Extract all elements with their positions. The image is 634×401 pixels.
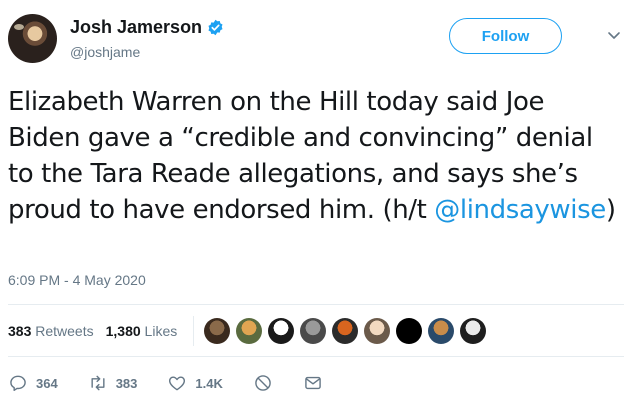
author-names: Josh Jamerson @joshjame: [70, 16, 224, 60]
retweets-stat[interactable]: 383 Retweets: [8, 323, 94, 339]
message-button[interactable]: [303, 373, 323, 393]
like-count: 1.4K: [195, 375, 223, 391]
retweets-count: 383: [8, 323, 32, 339]
chevron-down-icon[interactable]: [607, 28, 621, 42]
follow-button[interactable]: Follow: [449, 18, 562, 54]
retweet-count: 383: [115, 375, 138, 391]
tweet-header: Josh Jamerson @joshjame Follow: [8, 14, 628, 68]
retweets-label: Retweets: [35, 323, 94, 339]
mention-link[interactable]: @lindsaywise: [434, 195, 606, 225]
tweet-text: Elizabeth Warren on the Hill today said …: [8, 84, 620, 228]
liker-avatar[interactable]: [204, 318, 231, 344]
reply-button[interactable]: 364: [8, 373, 58, 393]
heart-icon: [169, 376, 186, 391]
likes-label: Likes: [144, 323, 178, 339]
stats-separator: [193, 316, 195, 346]
tweet-body-end: ): [605, 195, 616, 225]
likes-count: 1,380: [105, 323, 141, 339]
engagement-stats: 383 Retweets 1,380 Likes: [8, 316, 492, 346]
display-name-row[interactable]: Josh Jamerson: [70, 16, 224, 38]
tweet-actions: 364 383 1.4K: [8, 372, 353, 394]
liker-avatar[interactable]: [332, 318, 359, 344]
verified-badge-icon: [208, 19, 223, 35]
divider: [8, 356, 624, 357]
display-name[interactable]: Josh Jamerson: [70, 16, 202, 38]
retweet-icon: [91, 375, 105, 391]
reply-count: 364: [36, 375, 58, 391]
reply-icon: [10, 375, 26, 392]
block-icon: [255, 375, 271, 391]
liker-avatar[interactable]: [236, 318, 263, 344]
liker-avatar[interactable]: [460, 318, 487, 344]
liker-avatar[interactable]: [364, 318, 391, 344]
divider: [8, 304, 624, 305]
timestamp[interactable]: 6:09 PM - 4 May 2020: [8, 272, 146, 288]
handle[interactable]: @joshjame: [70, 44, 224, 60]
avatar[interactable]: [8, 14, 57, 63]
liker-avatars: [204, 318, 492, 344]
retweet-button[interactable]: 383: [88, 373, 138, 393]
liker-avatar[interactable]: [396, 318, 423, 344]
envelope-icon: [305, 376, 321, 390]
like-button[interactable]: 1.4K: [167, 373, 223, 393]
block-button[interactable]: [253, 373, 273, 393]
likes-stat[interactable]: 1,380 Likes: [106, 323, 178, 339]
liker-avatar[interactable]: [300, 318, 327, 344]
liker-avatar[interactable]: [268, 318, 295, 344]
liker-avatar[interactable]: [428, 318, 455, 344]
